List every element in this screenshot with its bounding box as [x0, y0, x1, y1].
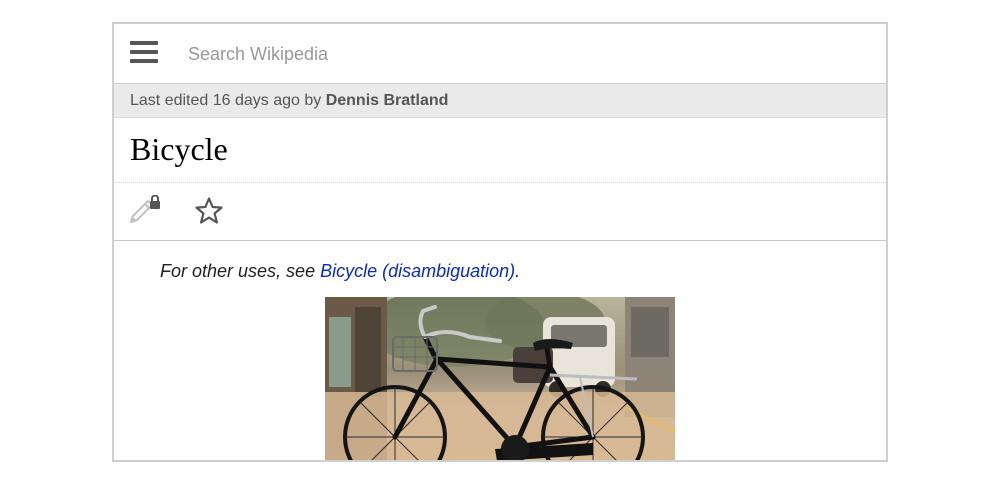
- pencil-lock-icon[interactable]: [128, 194, 162, 227]
- last-edited-bar[interactable]: Last edited 16 days ago by Dennis Bratla…: [114, 84, 886, 118]
- bicycle-photo[interactable]: [325, 297, 675, 461]
- mobile-wikipedia-frame: Last edited 16 days ago by Dennis Bratla…: [112, 22, 888, 462]
- title-section: Bicycle: [114, 118, 886, 183]
- hatnote-suffix: .: [515, 261, 521, 281]
- page-actions: [114, 183, 886, 241]
- hatnote: For other uses, see Bicycle (disambiguat…: [160, 261, 520, 282]
- last-edited-text: Last edited 16 days ago by: [130, 92, 326, 109]
- menu-icon[interactable]: [130, 41, 158, 65]
- header-bar: [114, 24, 886, 84]
- star-icon[interactable]: [194, 196, 224, 226]
- search-input[interactable]: [188, 38, 848, 70]
- editor-link[interactable]: Dennis Bratland: [326, 92, 449, 109]
- disambiguation-link[interactable]: Bicycle (disambiguation): [320, 261, 515, 281]
- hatnote-prefix: For other uses, see: [160, 261, 321, 281]
- page-title: Bicycle: [130, 131, 228, 167]
